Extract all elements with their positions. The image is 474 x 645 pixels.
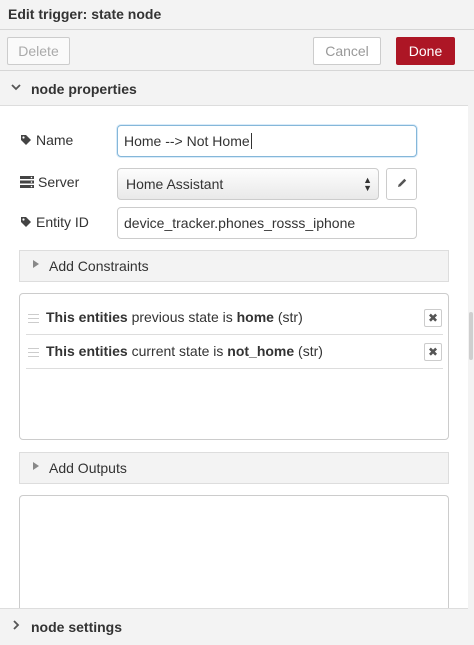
- server-value: Home Assistant: [126, 176, 224, 192]
- scrollbar-thumb[interactable]: [469, 312, 473, 360]
- server-icon: [20, 176, 34, 188]
- entity-label: Entity ID: [36, 214, 89, 230]
- name-input[interactable]: Home --> Not Home: [117, 125, 417, 157]
- name-label: Name: [36, 132, 74, 148]
- add-constraints-header[interactable]: Add Constraints: [19, 250, 449, 282]
- name-value: Home --> Not Home: [124, 133, 250, 149]
- name-label-wrap: Name: [20, 132, 73, 148]
- drag-handle-icon[interactable]: [28, 348, 39, 360]
- section-node-settings[interactable]: node settings: [0, 608, 468, 645]
- entity-label-wrap: Entity ID: [20, 214, 89, 230]
- outputs-list: [19, 495, 449, 608]
- list-item[interactable]: This entities previous state is home (st…: [26, 301, 443, 335]
- done-button[interactable]: Done: [396, 37, 455, 65]
- remove-icon[interactable]: ✖: [424, 343, 442, 361]
- remove-icon[interactable]: ✖: [424, 309, 442, 327]
- edit-server-button[interactable]: [386, 168, 417, 200]
- list-item[interactable]: This entities current state is not_home …: [26, 335, 443, 369]
- chevron-right-icon: [33, 462, 39, 473]
- cancel-button[interactable]: Cancel: [313, 37, 381, 65]
- entity-id-input[interactable]: device_tracker.phones_rosss_iphone: [117, 207, 417, 239]
- entity-value: device_tracker.phones_rosss_iphone: [124, 215, 356, 231]
- constraint-text: This entities previous state is home (st…: [46, 309, 303, 325]
- dialog-toolbar: Delete Cancel Done: [0, 31, 474, 71]
- drag-handle-icon[interactable]: [28, 314, 39, 326]
- delete-button[interactable]: Delete: [7, 37, 70, 65]
- tag-icon: [20, 134, 32, 146]
- add-outputs-label: Add Outputs: [49, 460, 127, 476]
- server-label: Server: [38, 174, 80, 190]
- chevron-right-icon: [12, 619, 20, 633]
- section-node-properties[interactable]: node properties: [0, 72, 468, 106]
- server-label-wrap: Server: [20, 174, 79, 190]
- pencil-icon: [396, 176, 408, 192]
- constraints-list: This entities previous state is home (st…: [19, 293, 449, 440]
- chevron-down-icon: [11, 81, 21, 95]
- dialog-titlebar: Edit trigger: state node: [0, 0, 474, 30]
- constraint-text: This entities current state is not_home …: [46, 343, 323, 359]
- section-label: node properties: [31, 81, 137, 97]
- add-outputs-header[interactable]: Add Outputs: [19, 452, 449, 484]
- dialog-title: Edit trigger: state node: [8, 6, 162, 22]
- tag-icon: [20, 216, 32, 228]
- text-caret: [250, 133, 252, 149]
- chevron-right-icon: [33, 260, 39, 271]
- server-select[interactable]: Home Assistant ▲ ▼: [117, 168, 379, 200]
- section-label: node settings: [31, 619, 123, 635]
- add-constraints-label: Add Constraints: [49, 258, 149, 274]
- select-arrows-icon: ▲ ▼: [363, 175, 372, 193]
